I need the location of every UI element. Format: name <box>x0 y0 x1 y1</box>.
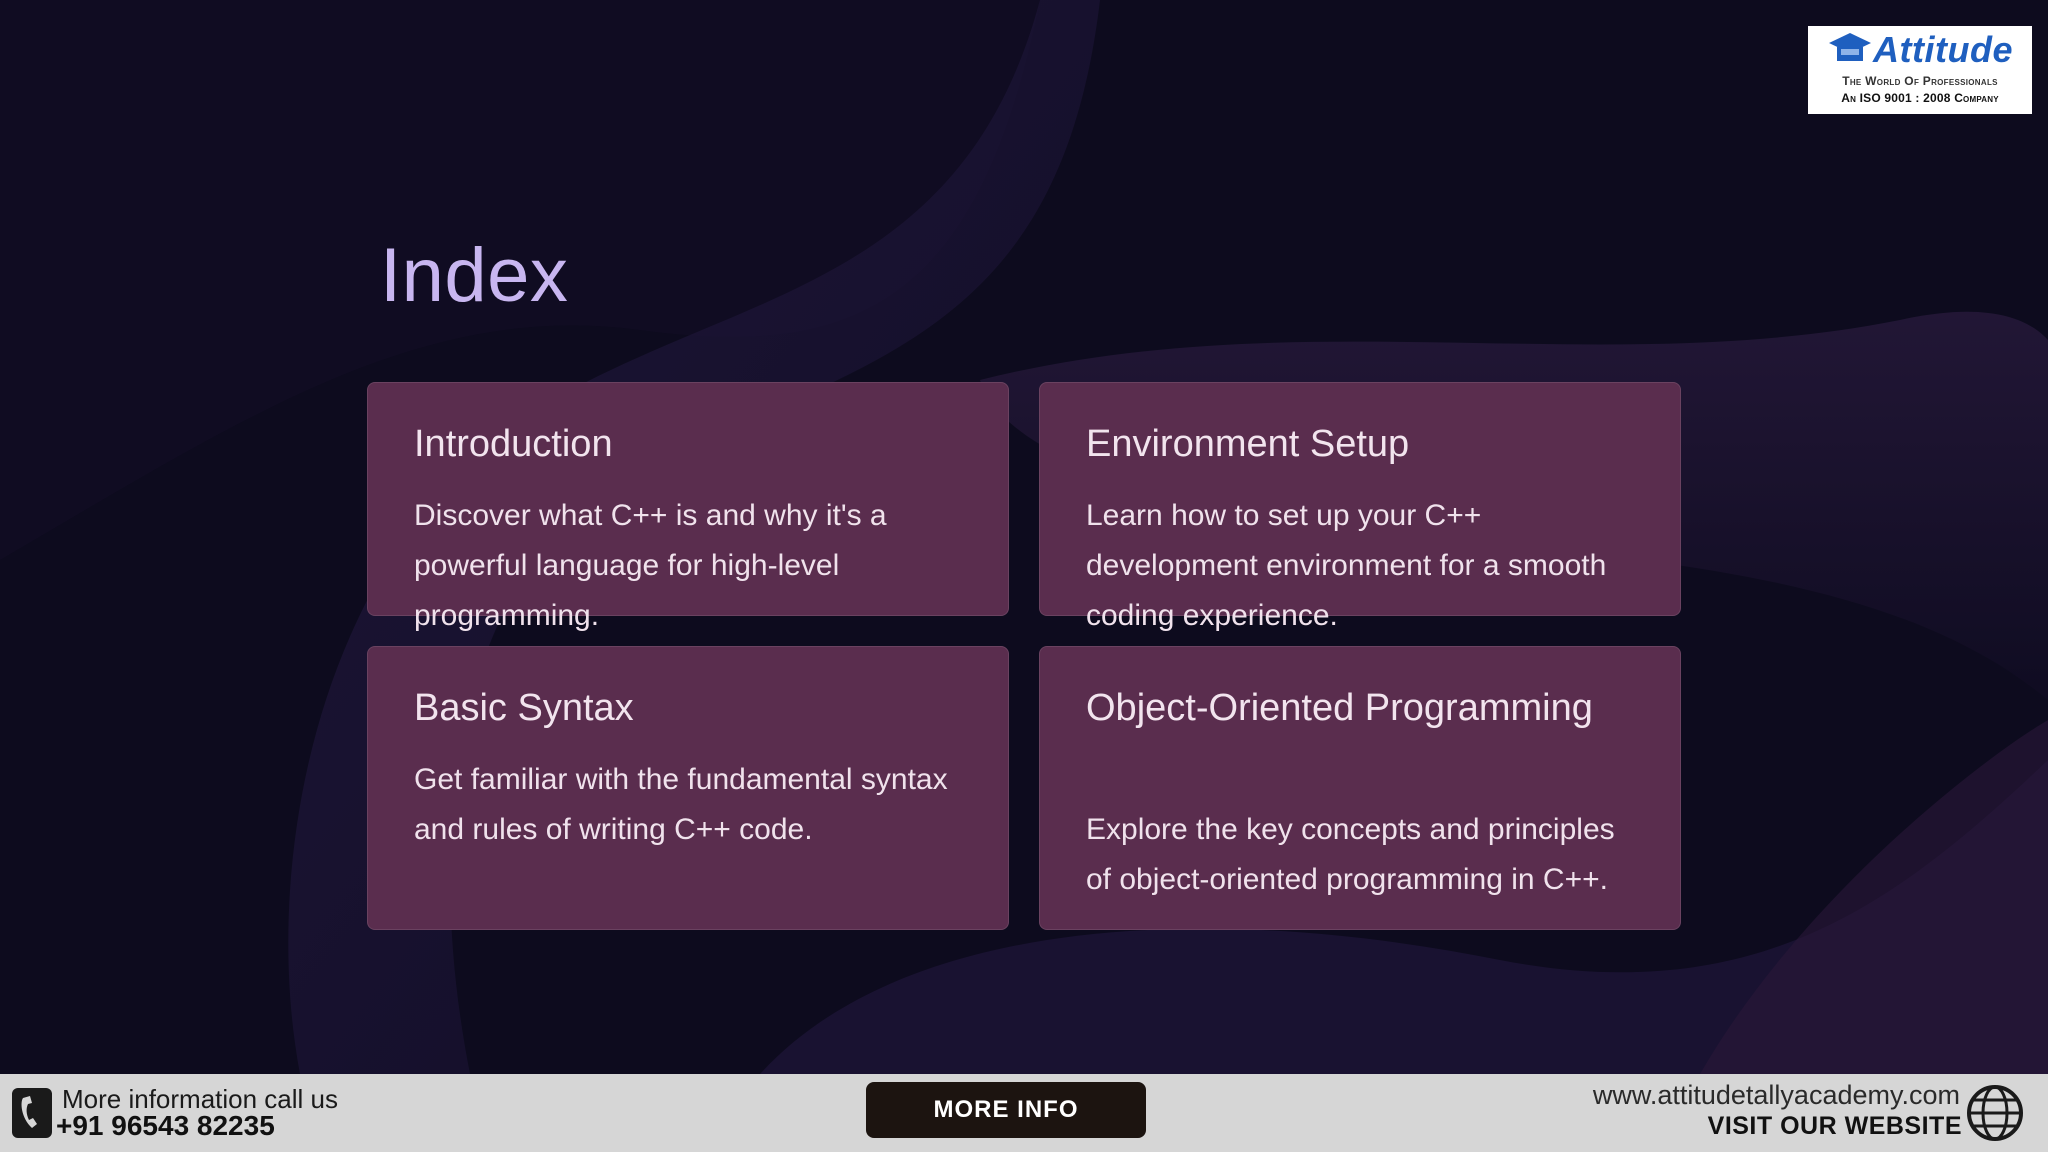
graduation-cap-icon <box>1829 33 1872 61</box>
card-description: Get familiar with the fundamental syntax… <box>414 763 948 846</box>
phone-icon <box>12 1088 52 1138</box>
more-info-button[interactable]: MORE INFO <box>866 1082 1146 1138</box>
logo-wordmark: Attitude <box>1873 29 2013 70</box>
card-title: Object-Oriented Programming <box>1086 687 1593 729</box>
card-environment-setup: Environment Setup Learn how to set up yo… <box>1039 382 1681 632</box>
background-waves <box>0 0 2048 1074</box>
card-title: Introduction <box>414 423 613 465</box>
company-logo: Attitude The World Of Professionals An I… <box>1808 26 2032 114</box>
footer-bar: More information call us +91 96543 82235… <box>0 1074 2048 1152</box>
phone-number[interactable]: +91 96543 82235 <box>56 1110 275 1142</box>
card-basic-syntax: Basic Syntax Get familiar with the funda… <box>367 646 1009 930</box>
slide-title: Index <box>380 233 569 318</box>
card-description: Learn how to set up your C++ development… <box>1086 499 1607 632</box>
card-introduction: Introduction Discover what C++ is and wh… <box>367 382 1009 632</box>
website-link[interactable]: www.attitudetallyacademy.com <box>1593 1080 1960 1111</box>
globe-icon <box>1967 1085 2023 1141</box>
card-title: Environment Setup <box>1086 423 1410 465</box>
card-description: Explore the key concepts and principles … <box>1086 813 1615 896</box>
card-description: Discover what C++ is and why it's a powe… <box>414 499 887 632</box>
card-title: Basic Syntax <box>414 687 634 729</box>
logo-tagline: The World Of Professionals <box>1842 74 1998 88</box>
visit-website-link[interactable]: VISIT OUR WEBSITE <box>1708 1112 1962 1141</box>
logo-iso-text: An ISO 9001 : 2008 Company <box>1841 91 1999 105</box>
card-object-oriented-programming: Object-Oriented Programming Explore the … <box>1039 646 1681 930</box>
